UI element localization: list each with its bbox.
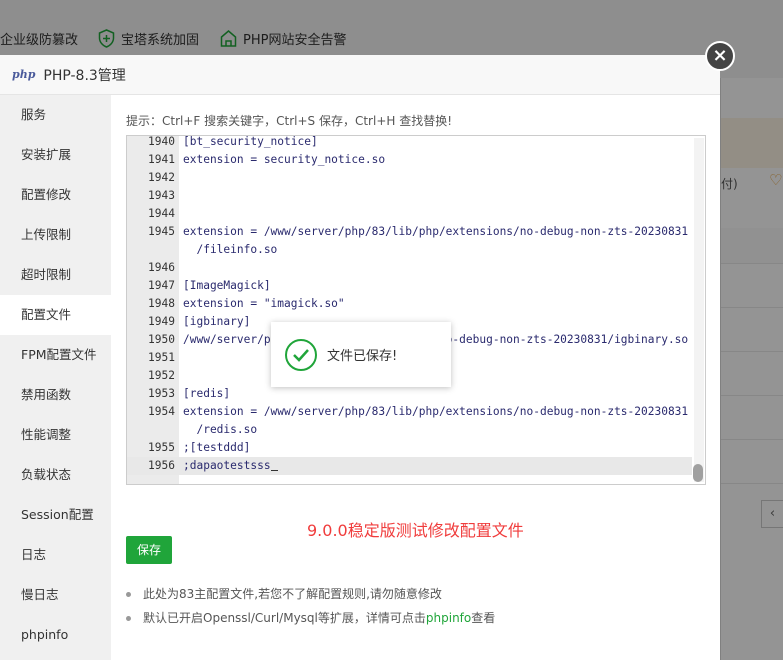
code-editor[interactable]: 1940 [bt_security_notice] 1941 extension = … bbox=[126, 135, 706, 485]
line-number: 1943 bbox=[148, 189, 175, 202]
line-number: 1949 bbox=[148, 315, 175, 328]
modal-title: PHP-8.3管理 bbox=[43, 67, 126, 84]
line-number: 1956 bbox=[148, 459, 175, 472]
line-text: [bt_security_notice] bbox=[183, 135, 318, 148]
code-line[interactable]: 1954 extension = /www/server/php/83/lib/p… bbox=[127, 403, 692, 439]
phpinfo-link[interactable]: phpinfo bbox=[426, 611, 471, 625]
line-text: [redis] bbox=[183, 387, 231, 400]
check-circle-icon bbox=[285, 338, 317, 371]
php-logo: php bbox=[12, 68, 36, 81]
line-number: 1941 bbox=[148, 153, 175, 166]
line-text: extension = "imagick.so" bbox=[183, 297, 345, 310]
code-line[interactable]: 1944 bbox=[127, 205, 692, 223]
code-line[interactable]: 1947 [ImageMagick] bbox=[127, 277, 692, 295]
modal-header: php PHP-8.3管理 bbox=[0, 55, 720, 95]
sidebar-item-performance[interactable]: 性能调整 bbox=[0, 415, 111, 455]
code-line[interactable]: 1953 [redis] bbox=[127, 385, 692, 403]
code-line[interactable]: 1945 extension = /www/server/php/83/lib/p… bbox=[127, 223, 692, 259]
shortcut-tip: 提示：Ctrl+F 搜索关键字，Ctrl+S 保存，Ctrl+H 查找替换! bbox=[126, 114, 453, 128]
editor-scrollbar[interactable] bbox=[693, 138, 704, 482]
line-number: 1947 bbox=[148, 279, 175, 292]
line-text: [igbinary] bbox=[183, 315, 251, 328]
line-number: 1954 bbox=[148, 405, 175, 418]
sidebar-item-fpm-config[interactable]: FPM配置文件 bbox=[0, 335, 111, 375]
line-text: extension = security_notice.so bbox=[183, 153, 386, 166]
toast-message: 文件已保存! bbox=[327, 349, 398, 364]
modal-sidebar: 服务 安装扩展 配置修改 上传限制 超时限制 配置文件 FPM配置文件 禁用函数… bbox=[0, 95, 111, 660]
line-number: 1955 bbox=[148, 441, 175, 454]
line-number: 1952 bbox=[148, 369, 175, 382]
line-text: extension = /www/server/php/83/lib/php/e… bbox=[183, 225, 689, 256]
sidebar-item-upload-limit[interactable]: 上传限制 bbox=[0, 215, 111, 255]
notes-list: 此处为83主配置文件,若您不了解配置规则,请勿随意修改 默认已开启Openssl… bbox=[126, 582, 495, 630]
sidebar-item-log[interactable]: 日志 bbox=[0, 535, 111, 575]
note-text: 查看 bbox=[471, 611, 496, 625]
code-line[interactable]: 1956 ;dapaotestsss bbox=[127, 457, 692, 475]
code-line[interactable]: 1943 bbox=[127, 187, 692, 205]
scrollbar-thumb[interactable] bbox=[693, 464, 703, 482]
code-lines: 1940 [bt_security_notice] 1941 extension = … bbox=[127, 135, 692, 475]
list-item: 默认已开启Openssl/Curl/Mysql等扩展，详情可点击phpinfo查… bbox=[126, 606, 495, 630]
line-number: 1951 bbox=[148, 351, 175, 364]
line-number: 1950 bbox=[148, 333, 175, 346]
sidebar-item-session[interactable]: Session配置 bbox=[0, 495, 111, 535]
line-number: 1940 bbox=[148, 135, 175, 148]
save-button[interactable]: 保存 bbox=[126, 536, 172, 564]
sidebar-item-service[interactable]: 服务 bbox=[0, 95, 111, 135]
line-text: ;[testddd] bbox=[183, 441, 251, 454]
line-number: 1944 bbox=[148, 207, 175, 220]
sidebar-item-timeout-limit[interactable]: 超时限制 bbox=[0, 255, 111, 295]
code-line[interactable]: 1948 extension = "imagick.so" bbox=[127, 295, 692, 313]
code-line[interactable]: 1940 [bt_security_notice] bbox=[127, 135, 692, 151]
sidebar-item-load-status[interactable]: 负载状态 bbox=[0, 455, 111, 495]
note-text: 此处为83主配置文件,若您不了解配置规则,请勿随意修改 bbox=[143, 587, 442, 601]
annotation-text: 9.0.0稳定版测试修改配置文件 bbox=[307, 521, 524, 540]
close-icon[interactable]: × bbox=[705, 41, 735, 71]
sidebar-item-slow-log[interactable]: 慢日志 bbox=[0, 575, 111, 615]
text-cursor bbox=[270, 458, 278, 471]
sidebar-item-config-modify[interactable]: 配置修改 bbox=[0, 175, 111, 215]
save-success-toast: 文件已保存! bbox=[271, 322, 451, 387]
sidebar-item-phpinfo[interactable]: phpinfo bbox=[0, 615, 111, 655]
sidebar-item-install-extension[interactable]: 安装扩展 bbox=[0, 135, 111, 175]
line-text: [ImageMagick] bbox=[183, 279, 271, 292]
code-line[interactable]: 1942 bbox=[127, 169, 692, 187]
line-number: 1945 bbox=[148, 225, 175, 238]
line-number: 1942 bbox=[148, 171, 175, 184]
code-line[interactable]: 1946 bbox=[127, 259, 692, 277]
code-line[interactable]: 1955 ;[testddd] bbox=[127, 439, 692, 457]
sidebar-item-disabled-functions[interactable]: 禁用函数 bbox=[0, 375, 111, 415]
line-number: 1953 bbox=[148, 387, 175, 400]
note-text: 默认已开启Openssl/Curl/Mysql等扩展，详情可点击 bbox=[143, 611, 426, 625]
line-text: ;dapaotestsss bbox=[183, 457, 278, 475]
line-number: 1946 bbox=[148, 261, 175, 274]
list-item: 此处为83主配置文件,若您不了解配置规则,请勿随意修改 bbox=[126, 582, 495, 606]
sidebar-item-config-file[interactable]: 配置文件 bbox=[0, 295, 111, 335]
code-line[interactable]: 1941 extension = security_notice.so bbox=[127, 151, 692, 169]
line-text: extension = /www/server/php/83/lib/php/e… bbox=[183, 405, 689, 436]
line-number: 1948 bbox=[148, 297, 175, 310]
